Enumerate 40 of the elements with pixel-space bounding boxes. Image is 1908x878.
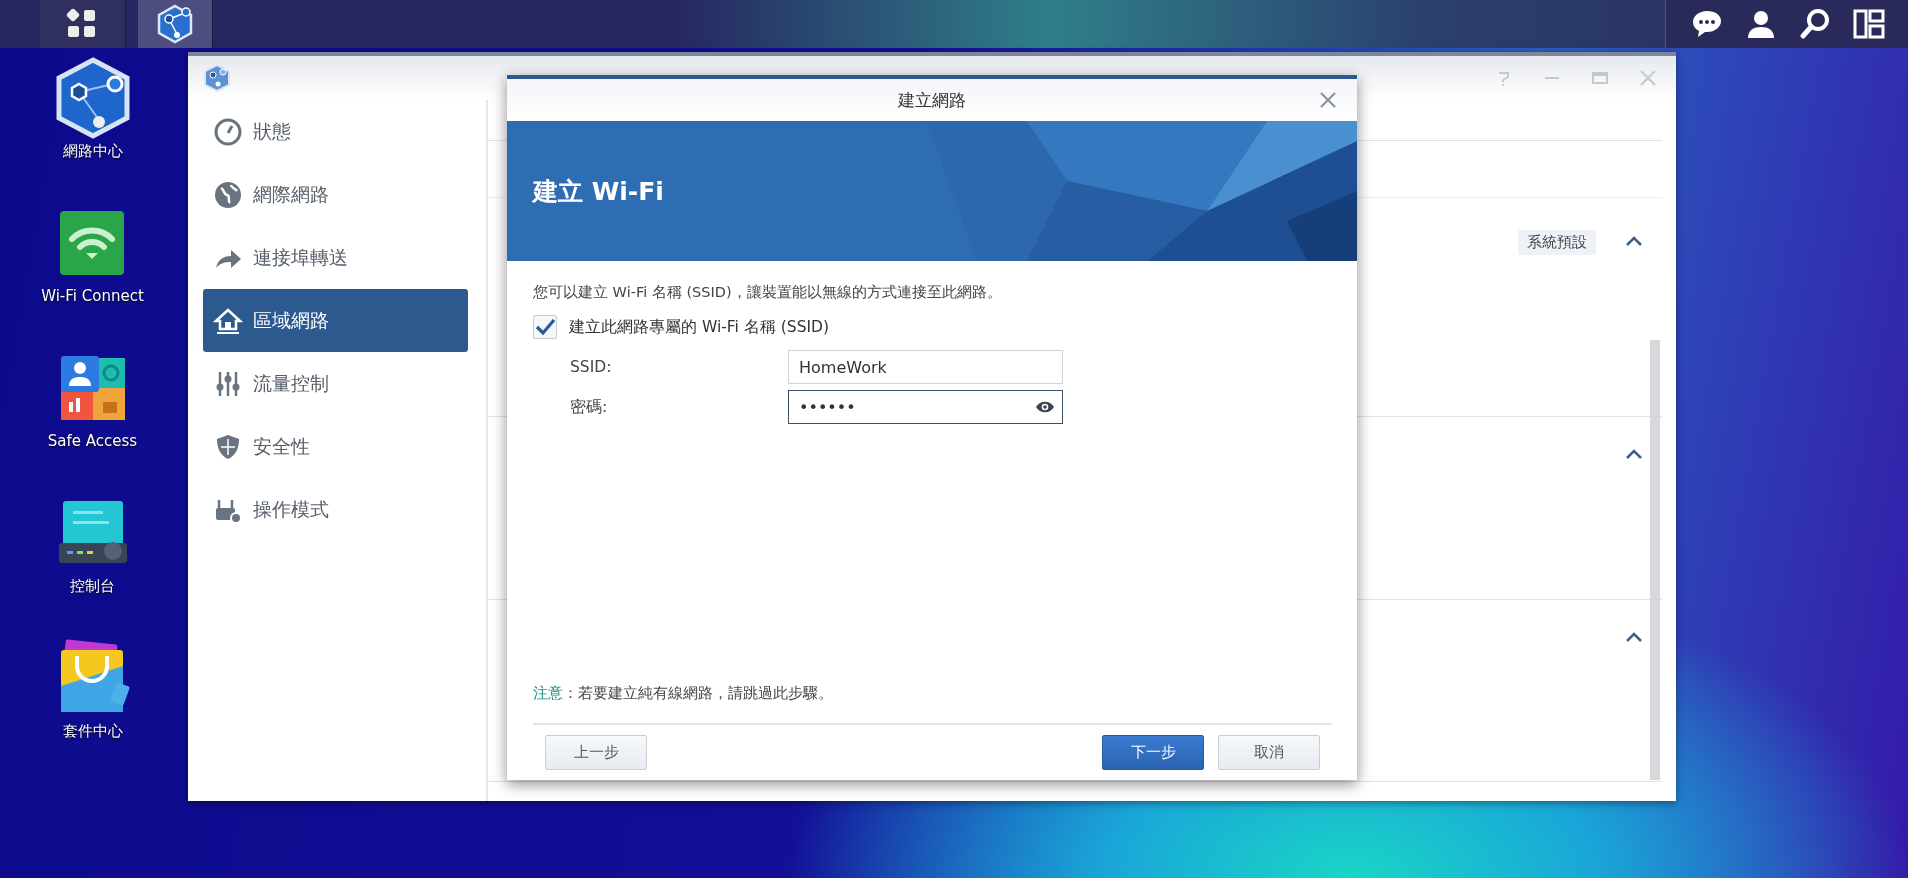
note-text: ：若要建立純有線網路，請跳過此步驟。 — [563, 685, 833, 701]
sidebar-item[interactable]: 操作模式 — [203, 478, 468, 541]
banner-title: 建立 Wi-Fi — [533, 175, 664, 208]
gauge-icon — [213, 116, 243, 147]
hexagon-network-icon — [202, 63, 232, 93]
layout-icon[interactable] — [1852, 7, 1886, 41]
chevron-up-icon[interactable] — [1624, 630, 1644, 644]
sidebar-item[interactable]: 狀態 — [203, 100, 468, 163]
status-badge: 系統預設 — [1518, 230, 1596, 255]
checkbox-label: 建立此網路專屬的 Wi-Fi 名稱 (SSID) — [569, 316, 830, 338]
input-field[interactable]: HomeWork — [788, 350, 1063, 384]
sidebar-item[interactable]: 區域網路 — [203, 289, 468, 352]
app-label[interactable]: 套件中心 — [62, 722, 123, 741]
sidebar-item[interactable]: 連接埠轉送 — [203, 226, 468, 289]
sidebar-item[interactable]: 流量控制 — [203, 352, 468, 415]
network-app-button[interactable] — [138, 0, 213, 48]
dialog-title: 建立網路 — [898, 88, 966, 112]
app-label[interactable]: Safe Access — [47, 432, 138, 450]
field-label: 密碼: — [569, 396, 609, 418]
back-button[interactable]: 上一步 — [545, 735, 647, 770]
app-label[interactable]: 網路中心 — [62, 142, 123, 161]
chevron-up-icon[interactable] — [1624, 234, 1644, 248]
sidebar-item[interactable]: 網際網路 — [203, 163, 468, 226]
scrollbar[interactable] — [1650, 340, 1660, 780]
main-menu-button[interactable] — [40, 0, 126, 48]
hexagon-network-icon — [155, 4, 195, 44]
sidebar-item[interactable]: 安全性 — [203, 415, 468, 478]
next-button[interactable]: 下一步 — [1102, 735, 1204, 770]
cancel-button[interactable]: 取消 — [1218, 735, 1320, 770]
checkbox[interactable] — [533, 315, 557, 339]
search-icon[interactable] — [1798, 7, 1832, 41]
note-label: 注意 — [533, 685, 563, 701]
app-label[interactable]: Wi-Fi Connect — [41, 287, 144, 305]
field-label: SSID: — [569, 358, 613, 376]
globe-icon — [213, 179, 243, 210]
eye-icon[interactable] — [1035, 400, 1055, 414]
chevron-up-icon[interactable] — [1624, 447, 1644, 461]
password-field[interactable]: •••••• — [788, 390, 1063, 424]
description-text: 您可以建立 Wi-Fi 名稱 (SSID)，讓裝置能以無線的方式連接至此網路。 — [533, 283, 1003, 302]
app-label[interactable]: 控制台 — [70, 577, 115, 596]
